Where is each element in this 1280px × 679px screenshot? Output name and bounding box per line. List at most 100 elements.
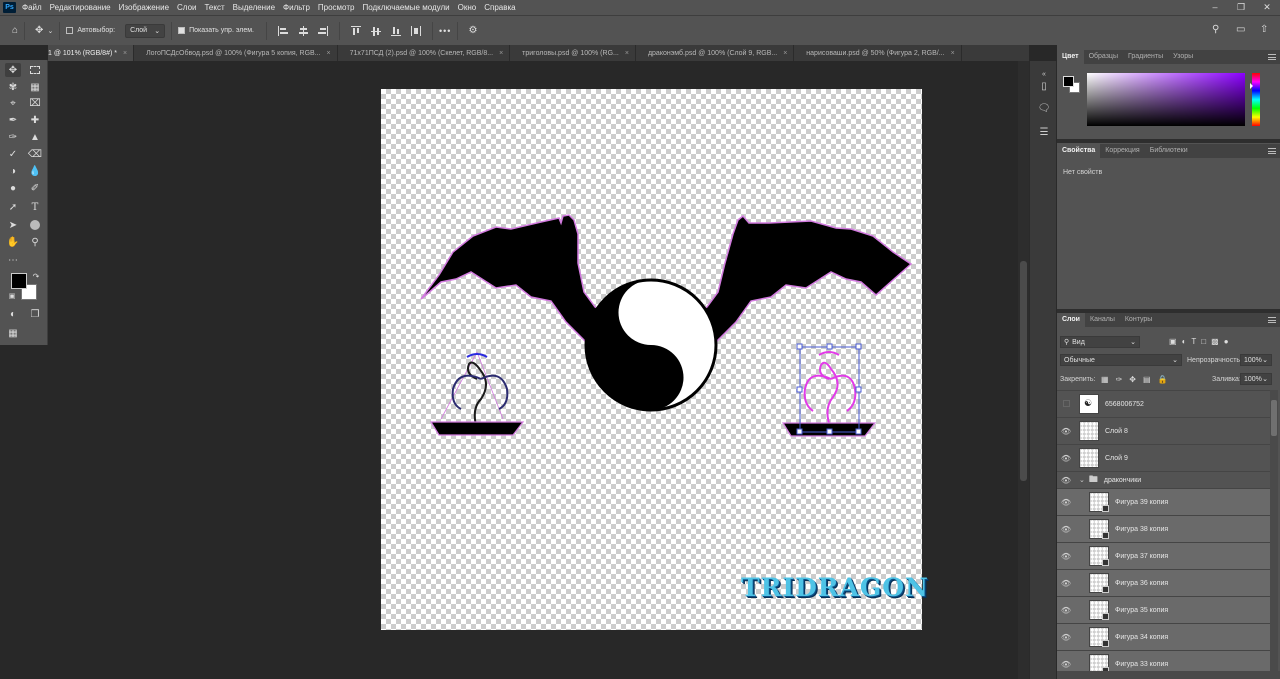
align-bottom-icon[interactable] (390, 25, 402, 37)
eye-icon[interactable]: 👁 (1057, 552, 1075, 561)
healing-brush-icon[interactable]: ✚ (27, 113, 43, 127)
menu-edit[interactable]: Редактирование (50, 3, 111, 12)
filter-smart-icon[interactable]: ▩ (1211, 337, 1219, 346)
history-brush-icon[interactable]: ✓ (5, 147, 21, 161)
adjustments-icon[interactable]: ☰ (1037, 125, 1051, 139)
tab-channels[interactable]: Каналы (1085, 313, 1120, 327)
home-icon[interactable]: ⌂ (12, 25, 18, 36)
fill-input[interactable]: 100% ⌄ (1240, 373, 1272, 385)
tab-doc-3[interactable]: 71х71ПСД (2).psd @ 100% (Скелет, RGB/8..… (338, 45, 511, 61)
hue-slider-marker[interactable] (1250, 83, 1253, 89)
panel-menu-icon[interactable] (1268, 54, 1276, 60)
screen-mode-icon[interactable]: ❐ (27, 307, 43, 321)
eye-icon[interactable]: 👁 (1057, 427, 1075, 436)
move-tool-icon[interactable]: ✥ (35, 25, 43, 36)
close-tab-icon[interactable]: × (951, 50, 955, 57)
tab-color[interactable]: Цвет (1057, 50, 1084, 64)
align-right-icon[interactable] (317, 25, 329, 37)
hand-tool-icon[interactable]: ✋ (5, 235, 21, 249)
eye-icon[interactable]: 👁 (1057, 498, 1075, 507)
layer-row[interactable]: ☯ 6568006752 (1057, 390, 1270, 417)
quick-mask-icon[interactable]: ◐ (5, 307, 21, 321)
tab-doc-4[interactable]: триголовы.psd @ 100% (RG... × (510, 45, 636, 61)
tab-doc-6[interactable]: нарисоваши.psd @ 50% (Фигура 2, RGB/... … (794, 45, 962, 61)
align-left-icon[interactable] (277, 25, 289, 37)
object-select-tool-icon[interactable]: ▦ (27, 80, 43, 94)
minimize-icon[interactable]: – (1202, 0, 1228, 15)
menu-view[interactable]: Просмотр (318, 3, 355, 12)
lock-all-icon[interactable]: 🔒 (1158, 375, 1168, 384)
align-hcenter-icon[interactable] (297, 25, 309, 37)
close-icon[interactable]: ✕ (1254, 0, 1280, 15)
tab-paths[interactable]: Контуры (1120, 313, 1157, 327)
eraser-tool-icon[interactable]: ⌫ (27, 147, 43, 161)
menu-filter[interactable]: Фильтр (283, 3, 310, 12)
color-picker-field[interactable] (1087, 73, 1245, 126)
filter-adjust-icon[interactable]: ◐ (1182, 337, 1187, 346)
path-select-icon[interactable]: ➚ (5, 200, 21, 214)
default-colors-icon[interactable]: ▣ (7, 291, 17, 301)
align-vcenter-icon[interactable] (370, 25, 382, 37)
filter-toggle-icon[interactable]: ● (1224, 337, 1229, 346)
move-tool-icon[interactable]: ✥ (5, 63, 21, 77)
blur-tool-icon[interactable]: 💧 (27, 164, 43, 178)
dodge-tool-icon[interactable]: ● (5, 181, 21, 195)
eye-icon[interactable]: 👁 (1057, 525, 1075, 534)
show-transform-controls-checkbox[interactable] (178, 27, 186, 34)
visibility-toggle[interactable] (1057, 399, 1075, 409)
tab-libraries[interactable]: Библиотеки (1145, 144, 1193, 158)
comments-icon[interactable]: 🗨 (1037, 101, 1051, 115)
tab-doc-1[interactable]: 1 @ 101% (RGB/8#) * × (48, 45, 135, 61)
gear-icon[interactable]: ⚙ (468, 25, 477, 36)
foreground-color-swatch[interactable] (11, 273, 27, 289)
eye-icon[interactable]: 👁 (1057, 633, 1075, 642)
brush-tool-icon[interactable]: ✑ (5, 130, 21, 144)
layer-row[interactable]: 👁 Фигура 36 копия (1057, 569, 1270, 596)
blend-mode-select[interactable]: Обычные ⌄ (1060, 354, 1182, 366)
eyedropper-tool-icon[interactable]: ✒ (5, 113, 21, 127)
tab-swatches[interactable]: Образцы (1084, 50, 1123, 64)
scrollbar-thumb[interactable] (1020, 261, 1027, 481)
artboard-icon[interactable]: ▦ (5, 326, 21, 340)
menu-layers[interactable]: Слои (177, 3, 196, 12)
autoselect-checkbox[interactable] (66, 27, 74, 34)
history-icon[interactable]: ▯ (1037, 79, 1051, 93)
direct-select-icon[interactable]: ➤ (5, 218, 21, 232)
search-icon[interactable]: ⚲ (1212, 24, 1219, 35)
crop-tool-icon[interactable]: ⌖ (5, 96, 21, 110)
edit-toolbar-icon[interactable]: ⋯ (5, 253, 21, 267)
chevron-down-icon[interactable]: ⌄ (47, 27, 53, 35)
paint-bucket-icon[interactable]: ◑ (5, 164, 21, 178)
panel-menu-icon[interactable] (1268, 148, 1276, 154)
layer-row[interactable]: 👁 Слой 8 (1057, 417, 1270, 444)
lock-position-icon[interactable]: ✥ (1129, 375, 1136, 384)
tab-doc-5[interactable]: драконэмб.psd @ 100% (Слой 9, RGB... × (636, 45, 795, 61)
tab-doc-2[interactable]: ЛогоПСДсОбвод.psd @ 100% (Фигура 5 копия… (134, 45, 338, 61)
close-tab-icon[interactable]: × (327, 50, 331, 57)
filter-pixel-icon[interactable]: ▣ (1169, 337, 1177, 346)
autoselect-target-select[interactable]: Слой ⌄ (125, 23, 166, 38)
lock-transparency-icon[interactable]: ▦ (1101, 375, 1109, 384)
tab-properties[interactable]: Свойства (1057, 144, 1101, 158)
layer-row[interactable]: 👁 Фигура 37 копия (1057, 542, 1270, 569)
menu-image[interactable]: Изображение (119, 3, 169, 12)
lock-pixels-icon[interactable]: ✑ (1116, 375, 1123, 384)
layer-row[interactable]: 👁 Слой 9 (1057, 444, 1270, 471)
menu-plugins[interactable]: Подключаемые модули (362, 3, 449, 12)
distribute-icon[interactable] (410, 25, 422, 37)
close-tab-icon[interactable]: × (123, 50, 127, 57)
menu-help[interactable]: Справка (484, 3, 515, 12)
tab-gradients[interactable]: Градиенты (1123, 50, 1168, 64)
eye-icon[interactable]: 👁 (1057, 606, 1075, 615)
type-tool-icon[interactable]: T (27, 200, 43, 214)
close-tab-icon[interactable]: × (783, 50, 787, 57)
filter-shape-icon[interactable]: □ (1201, 337, 1206, 346)
layer-row[interactable]: 👁 Фигура 39 копия (1057, 488, 1270, 515)
canvas-vertical-scrollbar[interactable] (1018, 61, 1029, 679)
clone-stamp-icon[interactable]: ▲ (27, 130, 43, 144)
align-top-icon[interactable] (350, 25, 362, 37)
restore-icon[interactable]: ❐ (1228, 0, 1254, 15)
frame-tool-icon[interactable]: ⌧ (27, 96, 43, 110)
document-canvas[interactable]: TRIDRAGON (381, 89, 928, 630)
menu-type[interactable]: Текст (204, 3, 224, 12)
